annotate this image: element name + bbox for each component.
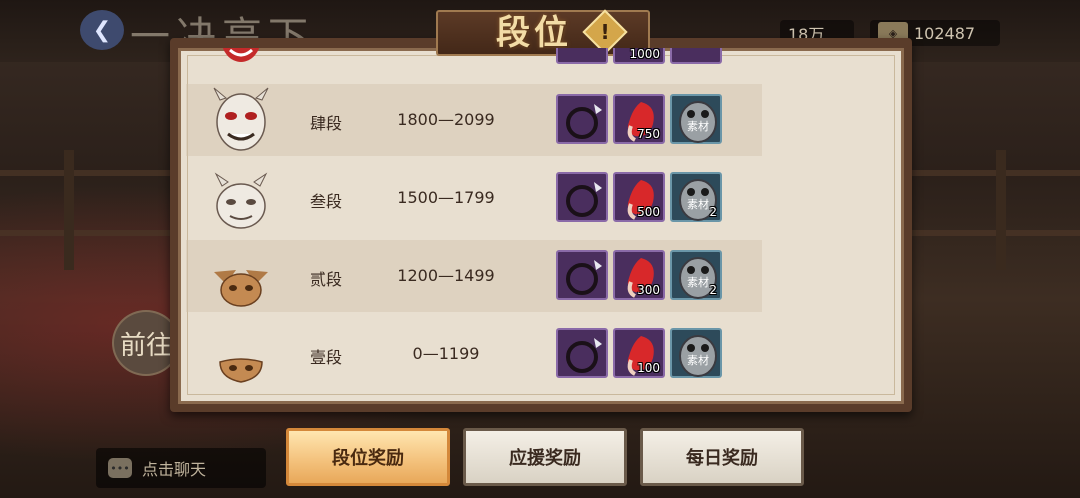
material-label: 素材	[687, 353, 709, 367]
rank-row: 叁段 1500—1799 500 素材 2	[186, 162, 762, 234]
reward-material[interactable]: 素材	[670, 328, 722, 378]
reward-material[interactable]: 素材 2	[670, 172, 722, 222]
tab-support-rewards[interactable]: 应援奖励	[463, 428, 627, 486]
brown-mask-icon	[214, 270, 268, 307]
ring-icon	[566, 338, 602, 373]
rank-name: 壹段	[309, 348, 342, 367]
back-button[interactable]: ❮	[80, 10, 124, 50]
red-mask-icon	[222, 48, 260, 62]
reward-orb[interactable]: 300	[613, 250, 665, 300]
reward-count: 100	[637, 361, 660, 375]
half-mask-icon	[219, 358, 263, 383]
rank-range: 1800—2099	[397, 110, 495, 129]
reward-orb[interactable]: 750	[613, 94, 665, 144]
rank-range: 0—1199	[412, 344, 480, 363]
rank-row-partial: 1000	[186, 48, 762, 66]
back-arrow-icon: ❮	[92, 17, 112, 43]
reward-material[interactable]: 素材	[670, 94, 722, 144]
rank-row: 贰段 1200—1499 300 素材 2	[186, 240, 762, 312]
white-oni-mask-icon	[213, 87, 269, 151]
reward-ring[interactable]	[556, 48, 608, 64]
reward-material[interactable]: 素材 2	[670, 250, 722, 300]
background-post	[996, 150, 1006, 270]
tab-rank-rewards[interactable]: 段位奖励	[286, 428, 450, 486]
tab-daily-rewards[interactable]: 每日奖励	[640, 428, 804, 486]
rank-row: 肆段 1800—2099 750 素材	[186, 84, 762, 156]
chat-label: 点击聊天	[142, 460, 207, 479]
reward-ring[interactable]	[556, 172, 608, 222]
rank-range: 1200—1499	[397, 266, 495, 285]
reward-count: 1000	[629, 48, 660, 61]
jade-value: 102487	[914, 23, 976, 43]
reward-ring[interactable]	[556, 250, 608, 300]
reward-orb[interactable]: 100	[613, 328, 665, 378]
rank-name: 贰段	[309, 270, 342, 289]
reward-ring[interactable]	[556, 328, 608, 378]
reward-count: 300	[637, 283, 660, 297]
reward-count: 2	[709, 283, 717, 297]
reward-orb[interactable]: 1000	[613, 48, 665, 64]
rank-name: 叁段	[309, 192, 342, 211]
daruma-material-icon: 素材	[679, 335, 717, 377]
reward-count: 500	[637, 205, 660, 219]
material-label: 素材	[687, 119, 709, 133]
rank-row: 壹段 0—1199 100 素材	[186, 318, 762, 390]
info-icon: !	[600, 20, 610, 44]
horned-white-mask-icon	[214, 172, 268, 229]
reward-ring[interactable]	[556, 94, 608, 144]
ring-icon	[566, 182, 602, 217]
rank-range: 1500—1799	[397, 188, 495, 207]
ring-icon	[566, 260, 602, 295]
rank-name: 肆段	[309, 114, 342, 133]
reward-orb[interactable]: 500	[613, 172, 665, 222]
ring-icon	[566, 104, 602, 139]
background-post	[64, 150, 74, 270]
chat-button[interactable]: ••• 点击聊天	[96, 448, 266, 488]
material-label: 素材	[687, 275, 709, 289]
reward-material[interactable]	[670, 48, 722, 64]
material-label: 素材	[687, 197, 709, 211]
reward-count: 750	[637, 127, 660, 141]
daruma-material-icon: 素材	[679, 101, 717, 143]
chat-bubble-icon: •••	[108, 458, 132, 478]
reward-count: 2	[709, 205, 717, 219]
